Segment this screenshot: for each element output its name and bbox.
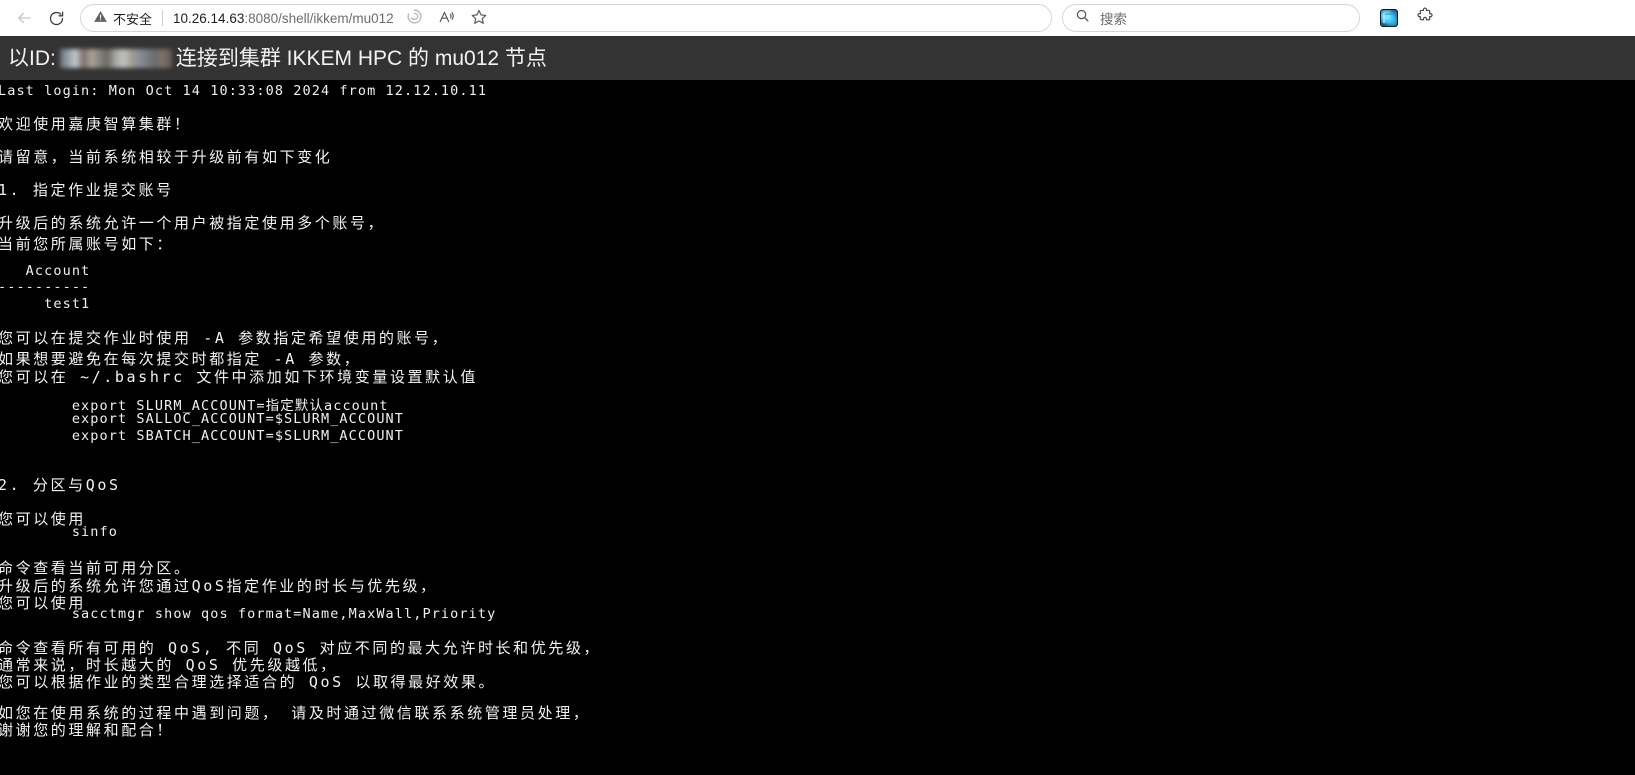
url-path: :8080/shell/ikkem/mu012 — [244, 10, 394, 26]
terminal-line: 升级后的系统允许一个用户被指定使用多个账号， — [0, 214, 386, 232]
terminal-line: 您可以在提交作业时使用 -A 参数指定希望使用的账号， — [0, 329, 450, 347]
terminal-line: 请留意，当前系统相较于升级前有如下变化 — [0, 148, 333, 166]
url-host: 10.26.14.63 — [173, 10, 245, 26]
terminal-output[interactable]: Last login: Mon Oct 14 10:33:08 2024 fro… — [0, 80, 1635, 775]
site-security-chip[interactable]: 不安全 — [93, 9, 152, 28]
reload-icon — [48, 10, 65, 27]
terminal-line: sacctmgr show qos format=Name,MaxWall,Pr… — [0, 606, 497, 622]
terminal-line: 您可以在 ~/.bashrc 文件中添加如下环境变量设置默认值 — [0, 368, 478, 386]
shell-title-prefix: 以ID: — [8, 46, 56, 70]
omnibox-divider — [162, 10, 164, 26]
warning-triangle-icon — [93, 9, 108, 27]
terminal-line: Account — [0, 263, 91, 279]
toolbar-right-icons — [1374, 3, 1440, 33]
add-favorite-button[interactable] — [464, 3, 494, 33]
app-shortcut-button[interactable] — [1374, 3, 1404, 33]
star-icon — [470, 8, 488, 29]
omnibox-actions — [400, 3, 494, 33]
terminal-line: 当前您所属账号如下： — [0, 235, 175, 253]
back-button[interactable] — [8, 2, 40, 34]
shell-connection-title: 以ID: 连接到集群 IKKEM HPC 的 mu012 节点 — [8, 48, 547, 69]
terminal-line: ---------- — [0, 279, 91, 295]
terminal-line: export SALLOC_ACCOUNT=$SLURM_ACCOUNT — [0, 411, 405, 427]
address-bar[interactable]: 不安全 10.26.14.63:8080/shell/ikkem/mu012 — [80, 4, 1052, 32]
terminal-line: sinfo — [0, 524, 118, 540]
extensions-button[interactable] — [1410, 3, 1440, 33]
edge-copilot-icon — [406, 8, 423, 28]
app-shortcut-icon — [1380, 9, 1398, 27]
read-aloud-icon — [438, 8, 456, 29]
search-box[interactable]: 搜索 — [1062, 4, 1360, 32]
extensions-puzzle-icon — [1416, 7, 1434, 30]
reload-button[interactable] — [40, 2, 72, 34]
edge-copilot-button[interactable] — [400, 3, 430, 33]
search-icon — [1075, 8, 1090, 28]
search-placeholder: 搜索 — [1100, 12, 1127, 27]
read-aloud-button[interactable] — [432, 3, 462, 33]
shell-title-suffix: 连接到集群 IKKEM HPC 的 mu012 节点 — [175, 46, 547, 70]
terminal-line: export SBATCH_ACCOUNT=$SLURM_ACCOUNT — [0, 428, 405, 444]
back-arrow-icon — [15, 9, 33, 27]
url-text: 10.26.14.63:8080/shell/ikkem/mu012 — [173, 11, 394, 26]
terminal-line: 2. 分区与QoS — [0, 476, 121, 494]
terminal-line: Last login: Mon Oct 14 10:33:08 2024 fro… — [0, 83, 488, 99]
terminal-line: 您可以根据作业的类型合理选择适合的 QoS 以取得最好效果。 — [0, 673, 497, 691]
shell-header-bar: 以ID: 连接到集群 IKKEM HPC 的 mu012 节点 — [0, 36, 1635, 80]
redacted-user-id — [59, 48, 172, 68]
terminal-line: 谢谢您的理解和配合！ — [0, 721, 175, 739]
terminal-line: 欢迎使用嘉庚智算集群！ — [0, 115, 192, 133]
site-security-label: 不安全 — [113, 11, 153, 27]
browser-toolbar: 不安全 10.26.14.63:8080/shell/ikkem/mu012 搜… — [0, 0, 1635, 36]
terminal-line: 1. 指定作业提交账号 — [0, 181, 174, 199]
terminal-line: test1 — [0, 296, 91, 312]
